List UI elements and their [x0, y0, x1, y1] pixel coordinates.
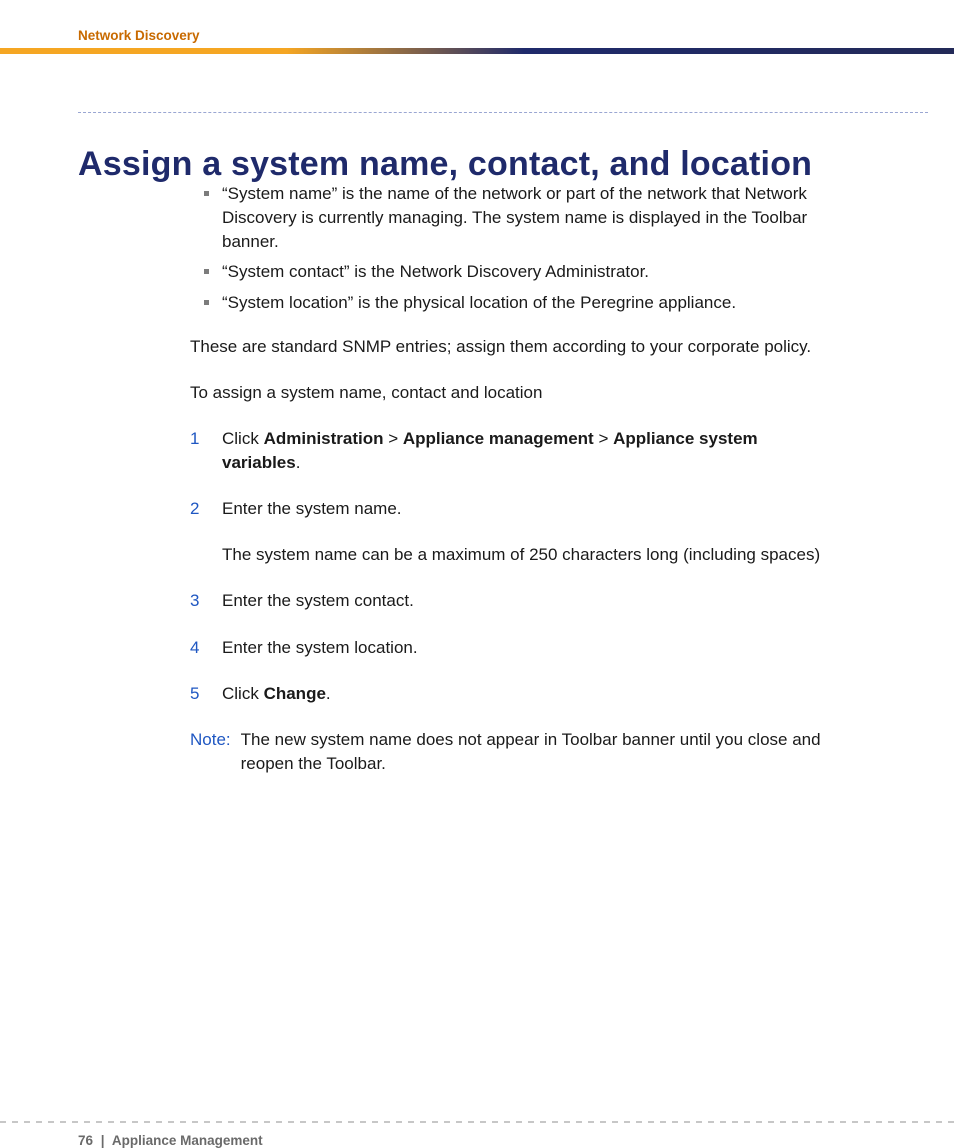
note-text: The new system name does not appear in T…: [241, 728, 829, 776]
bullet-list: “System name” is the name of the network…: [190, 182, 829, 315]
step-item: 4 Enter the system location.: [190, 636, 829, 660]
header-stripe: [0, 48, 954, 54]
step-number: 3: [190, 589, 199, 613]
step-text: Enter the system name.: [222, 499, 402, 518]
text: >: [594, 429, 613, 448]
paragraph-lead: To assign a system name, contact and loc…: [190, 381, 829, 405]
list-item: “System location” is the physical locati…: [222, 291, 829, 315]
step-text: Enter the system contact.: [222, 591, 414, 610]
step-item: 3 Enter the system contact.: [190, 589, 829, 613]
step-item: 2 Enter the system name. The system name…: [190, 497, 829, 567]
step-text: Click Change.: [222, 684, 331, 703]
step-number: 4: [190, 636, 199, 660]
footer-stripe: [0, 1121, 954, 1123]
bold-text: Administration: [264, 429, 384, 448]
horizontal-rule: [78, 112, 928, 113]
running-title: Network Discovery: [78, 28, 200, 43]
step-item: 5 Click Change.: [190, 682, 829, 706]
step-number: 2: [190, 497, 199, 521]
step-text: Click Administration > Appliance managem…: [222, 429, 758, 472]
step-number: 5: [190, 682, 199, 706]
text: Click: [222, 684, 264, 703]
footer-separator: |: [101, 1133, 105, 1148]
page-header: Network Discovery: [0, 18, 954, 54]
footer-text: 76 | Appliance Management: [78, 1133, 263, 1148]
text: >: [384, 429, 403, 448]
text: .: [296, 453, 301, 472]
body-content: “System name” is the name of the network…: [190, 182, 829, 776]
step-text: Enter the system location.: [222, 638, 418, 657]
list-item: “System contact” is the Network Discover…: [222, 260, 829, 284]
text: Click: [222, 429, 264, 448]
bold-text: Appliance management: [403, 429, 594, 448]
bold-text: Change: [264, 684, 326, 703]
step-item: 1 Click Administration > Appliance manag…: [190, 427, 829, 475]
list-item: “System name” is the name of the network…: [222, 182, 829, 254]
step-list: 1 Click Administration > Appliance manag…: [190, 427, 829, 706]
text: .: [326, 684, 331, 703]
note-label: Note:: [190, 728, 231, 776]
paragraph: These are standard SNMP entries; assign …: [190, 335, 829, 359]
page-title: Assign a system name, contact, and locat…: [78, 145, 812, 184]
footer-section: Appliance Management: [112, 1133, 263, 1148]
page-number: 76: [78, 1133, 93, 1148]
note-block: Note: The new system name does not appea…: [190, 728, 829, 776]
step-subtext: The system name can be a maximum of 250 …: [222, 543, 829, 567]
step-number: 1: [190, 427, 199, 451]
